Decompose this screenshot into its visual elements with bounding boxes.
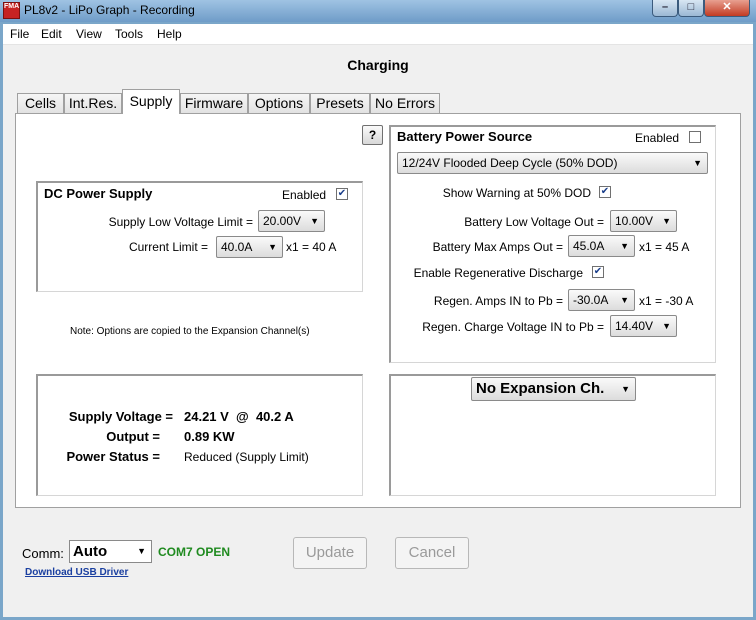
download-usb-driver-link[interactable]: Download USB Driver <box>25 567 128 578</box>
help-button[interactable]: ? <box>362 125 383 145</box>
menu-tools[interactable]: Tools <box>115 27 143 41</box>
comm-port-select[interactable]: Auto ▼ <box>69 540 152 563</box>
regen-discharge-checkbox[interactable]: ✔ <box>592 266 604 278</box>
tab-options[interactable]: Options <box>248 93 310 113</box>
chevron-down-icon: ▼ <box>662 321 671 331</box>
supply-voltage-value: 24.21 V @ 40.2 A <box>184 409 294 424</box>
supply-low-voltage-select[interactable]: 20.00V ▼ <box>258 210 325 232</box>
current-limit-select[interactable]: 40.0A ▼ <box>216 236 283 258</box>
cancel-button[interactable]: Cancel <box>395 537 469 569</box>
battery-max-amps-value: 45.0A <box>573 239 605 253</box>
tab-no-errors[interactable]: No Errors <box>370 93 440 113</box>
current-limit-label: Current Limit = <box>128 240 208 254</box>
power-status-label: Power Status = <box>66 449 160 464</box>
comm-label: Comm: <box>22 546 64 561</box>
minimize-icon: – <box>661 1 669 13</box>
chevron-down-icon: ▼ <box>268 242 277 252</box>
current-limit-suffix: x1 = 40 A <box>286 240 337 254</box>
com-status: COM7 OPEN <box>158 545 231 559</box>
chevron-down-icon: ▼ <box>620 241 629 251</box>
dod-warning-checkbox[interactable]: ✔ <box>599 186 611 198</box>
tab-cells[interactable]: Cells <box>17 93 64 113</box>
maximize-button[interactable]: □ <box>678 0 704 17</box>
tab-presets[interactable]: Presets <box>310 93 370 113</box>
battery-type-value: 12/24V Flooded Deep Cycle (50% DOD) <box>402 156 618 170</box>
regen-amps-label: Regen. Amps IN to Pb = <box>433 294 563 308</box>
update-button[interactable]: Update <box>293 537 367 569</box>
battery-type-select[interactable]: 12/24V Flooded Deep Cycle (50% DOD) ▼ <box>397 152 708 174</box>
regen-amps-value: -30.0A <box>573 293 609 307</box>
regen-amps-select[interactable]: -30.0A ▼ <box>568 289 635 311</box>
tab-int-res[interactable]: Int.Res. <box>64 93 122 113</box>
dc-supply-title: DC Power Supply <box>44 186 153 201</box>
window-title: PL8v2 - LiPo Graph - Recording <box>24 3 195 17</box>
app-icon: FMA <box>3 2 20 19</box>
dc-supply-enabled-label: Enabled <box>282 188 327 202</box>
regen-amps-suffix: x1 = -30 A <box>639 294 694 308</box>
battery-enabled-label: Enabled <box>635 131 680 145</box>
battery-low-voltage-value: 10.00V <box>615 214 654 228</box>
dod-warning-label: Show Warning at 50% DOD <box>442 186 591 200</box>
menu-view[interactable]: View <box>76 27 102 41</box>
battery-low-voltage-select[interactable]: 10.00V ▼ <box>610 210 677 232</box>
battery-max-amps-label: Battery Max Amps Out = <box>432 240 563 254</box>
tab-supply[interactable]: Supply <box>122 89 180 114</box>
expansion-channel-select[interactable]: No Expansion Ch. ▼ <box>471 377 636 401</box>
current-limit-value: 40.0A <box>221 240 253 254</box>
battery-enabled-checkbox[interactable] <box>689 131 701 143</box>
chevron-down-icon: ▼ <box>310 216 319 226</box>
chevron-down-icon: ▼ <box>662 216 671 226</box>
menu-help[interactable]: Help <box>157 27 182 41</box>
supply-low-voltage-label: Supply Low Voltage Limit = <box>108 215 253 229</box>
close-button[interactable]: ✕ <box>704 0 750 17</box>
menu-file[interactable]: File <box>10 27 29 41</box>
expansion-note: Note: Options are copied to the Expansio… <box>70 326 310 337</box>
battery-low-voltage-label: Battery Low Voltage Out = <box>464 215 604 229</box>
chevron-down-icon: ▼ <box>693 158 702 168</box>
minimize-button[interactable]: – <box>652 0 678 17</box>
supply-low-voltage-value: 20.00V <box>263 214 302 228</box>
expansion-channel-value: No Expansion Ch. <box>476 380 605 397</box>
regen-voltage-select[interactable]: 14.40V ▼ <box>610 315 677 337</box>
power-status-value: Reduced (Supply Limit) <box>184 450 309 464</box>
chevron-down-icon: ▼ <box>137 546 146 556</box>
supply-voltage-label: Supply Voltage = <box>68 409 173 424</box>
menu-edit[interactable]: Edit <box>41 27 62 41</box>
output-value: 0.89 KW <box>184 429 235 444</box>
battery-max-amps-select[interactable]: 45.0A ▼ <box>568 235 635 257</box>
regen-discharge-label: Enable Regenerative Discharge <box>413 266 583 280</box>
close-icon: ✕ <box>722 1 732 13</box>
regen-voltage-value: 14.40V <box>615 319 654 333</box>
battery-source-title: Battery Power Source <box>397 129 533 144</box>
maximize-icon: □ <box>687 1 695 13</box>
output-label: Output = <box>106 429 160 444</box>
regen-voltage-label: Regen. Charge Voltage IN to Pb = <box>422 320 604 334</box>
chevron-down-icon: ▼ <box>621 384 630 394</box>
dc-supply-enabled-checkbox[interactable]: ✔ <box>336 188 348 200</box>
battery-max-amps-suffix: x1 = 45 A <box>639 240 690 254</box>
page-title: Charging <box>347 57 409 73</box>
tab-firmware[interactable]: Firmware <box>180 93 248 113</box>
comm-port-value: Auto <box>73 543 108 560</box>
chevron-down-icon: ▼ <box>620 295 629 305</box>
